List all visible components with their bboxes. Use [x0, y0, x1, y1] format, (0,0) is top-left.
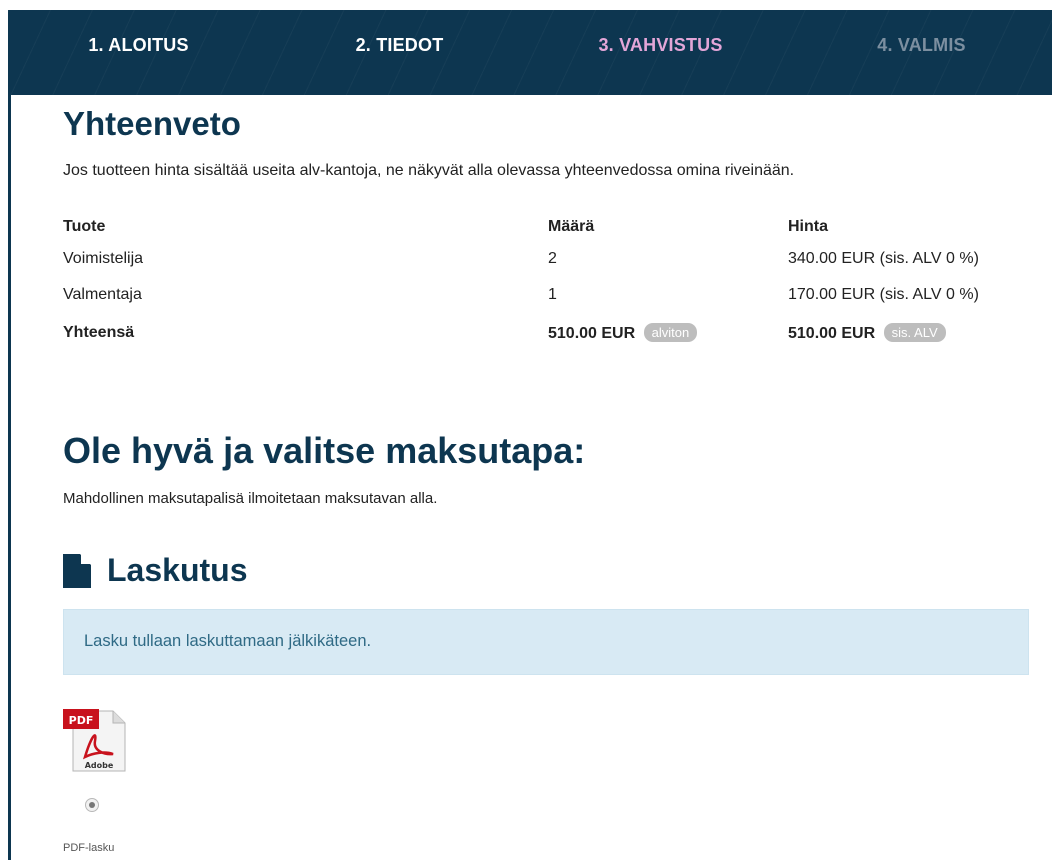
step-aloitus[interactable]: 1. ALOITUS — [8, 10, 269, 95]
total-label: Yhteensä — [63, 324, 135, 341]
svg-text:PDF: PDF — [69, 714, 94, 727]
vat-included-badge: sis. ALV — [883, 323, 946, 342]
total-gross-amount: 510.00 EUR — [788, 325, 876, 342]
step-tiedot[interactable]: 2. TIEDOT — [269, 10, 530, 95]
payment-method-heading: Laskutus — [63, 552, 247, 589]
table-header-row: Tuote Määrä Hinta — [63, 213, 1031, 241]
total-net-amount: 510.00 EUR — [548, 325, 636, 342]
header-price: Hinta — [788, 218, 828, 235]
header-product: Tuote — [63, 218, 106, 235]
pdf-adobe-icon[interactable]: PDF Adobe — [63, 707, 127, 775]
row-quantity: 2 — [548, 250, 557, 267]
order-summary-table: Tuote Määrä Hinta Voimistelija 2 340.00 … — [63, 213, 1031, 353]
total-row: Yhteensä 510.00 EUR alviton 510.00 EUR s… — [63, 313, 1031, 353]
summary-title: Yhteenveto — [63, 105, 241, 142]
header-quantity: Määrä — [548, 218, 595, 235]
pdf-invoice-label: PDF-lasku — [63, 842, 115, 854]
vat-free-badge: alviton — [643, 323, 698, 342]
payment-method-title: Laskutus — [107, 552, 248, 588]
document-icon — [63, 553, 91, 588]
pdf-invoice-radio[interactable] — [85, 798, 99, 812]
total-gross: 510.00 EUR sis. ALV — [788, 323, 1031, 343]
summary-intro: Jos tuotteen hinta sisältää useita alv-k… — [63, 162, 795, 179]
left-border — [8, 95, 11, 860]
svg-text:Adobe: Adobe — [85, 761, 114, 770]
row-product: Voimistelija — [63, 250, 144, 267]
row-quantity: 1 — [548, 286, 557, 303]
step-valmis: 4. VALMIS — [877, 35, 966, 55]
total-net: 510.00 EUR alviton — [548, 323, 788, 343]
table-row: Voimistelija 2 340.00 EUR (sis. ALV 0 %) — [63, 241, 1031, 277]
checkout-stepper: 1. ALOITUS 2. TIEDOT 3. VAHVISTUS 4. VAL… — [8, 10, 1052, 95]
payment-note: Mahdollinen maksutapalisä ilmoitetaan ma… — [63, 490, 438, 507]
row-price: 340.00 EUR (sis. ALV 0 %) — [788, 250, 979, 267]
payment-info-text: Lasku tullaan laskuttamaan jälkikäteen. — [84, 632, 372, 650]
payment-title: Ole hyvä ja valitse maksutapa: — [63, 430, 586, 471]
payment-info-box: Lasku tullaan laskuttamaan jälkikäteen. — [63, 609, 1029, 675]
row-product: Valmentaja — [63, 286, 142, 303]
step-vahvistus: 3. VAHVISTUS — [598, 35, 723, 55]
table-row: Valmentaja 1 170.00 EUR (sis. ALV 0 %) — [63, 277, 1031, 313]
row-price: 170.00 EUR (sis. ALV 0 %) — [788, 286, 979, 303]
